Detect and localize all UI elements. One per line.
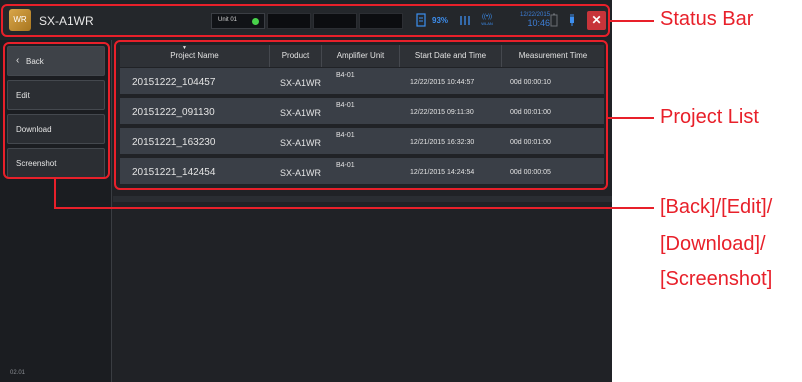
status-bar-callout: Status Bar xyxy=(660,8,754,30)
buttons-callout-line-2: [Download]/ xyxy=(660,233,766,255)
version-label: 02.01 xyxy=(10,370,26,376)
status-bar-highlight xyxy=(1,4,610,37)
buttons-callout-line-3: [Screenshot] xyxy=(660,268,773,290)
table-footer-strip xyxy=(113,196,612,202)
buttons-leader-vertical xyxy=(54,179,56,208)
buttons-leader-horizontal xyxy=(54,207,654,209)
project-list-highlight xyxy=(114,40,608,190)
status-bar-leader-line xyxy=(610,20,654,22)
buttons-highlight xyxy=(3,42,110,179)
project-list-callout: Project List xyxy=(660,106,759,128)
project-list-leader-line xyxy=(608,117,654,119)
buttons-callout-line-1: [Back]/[Edit]/ xyxy=(660,196,773,218)
